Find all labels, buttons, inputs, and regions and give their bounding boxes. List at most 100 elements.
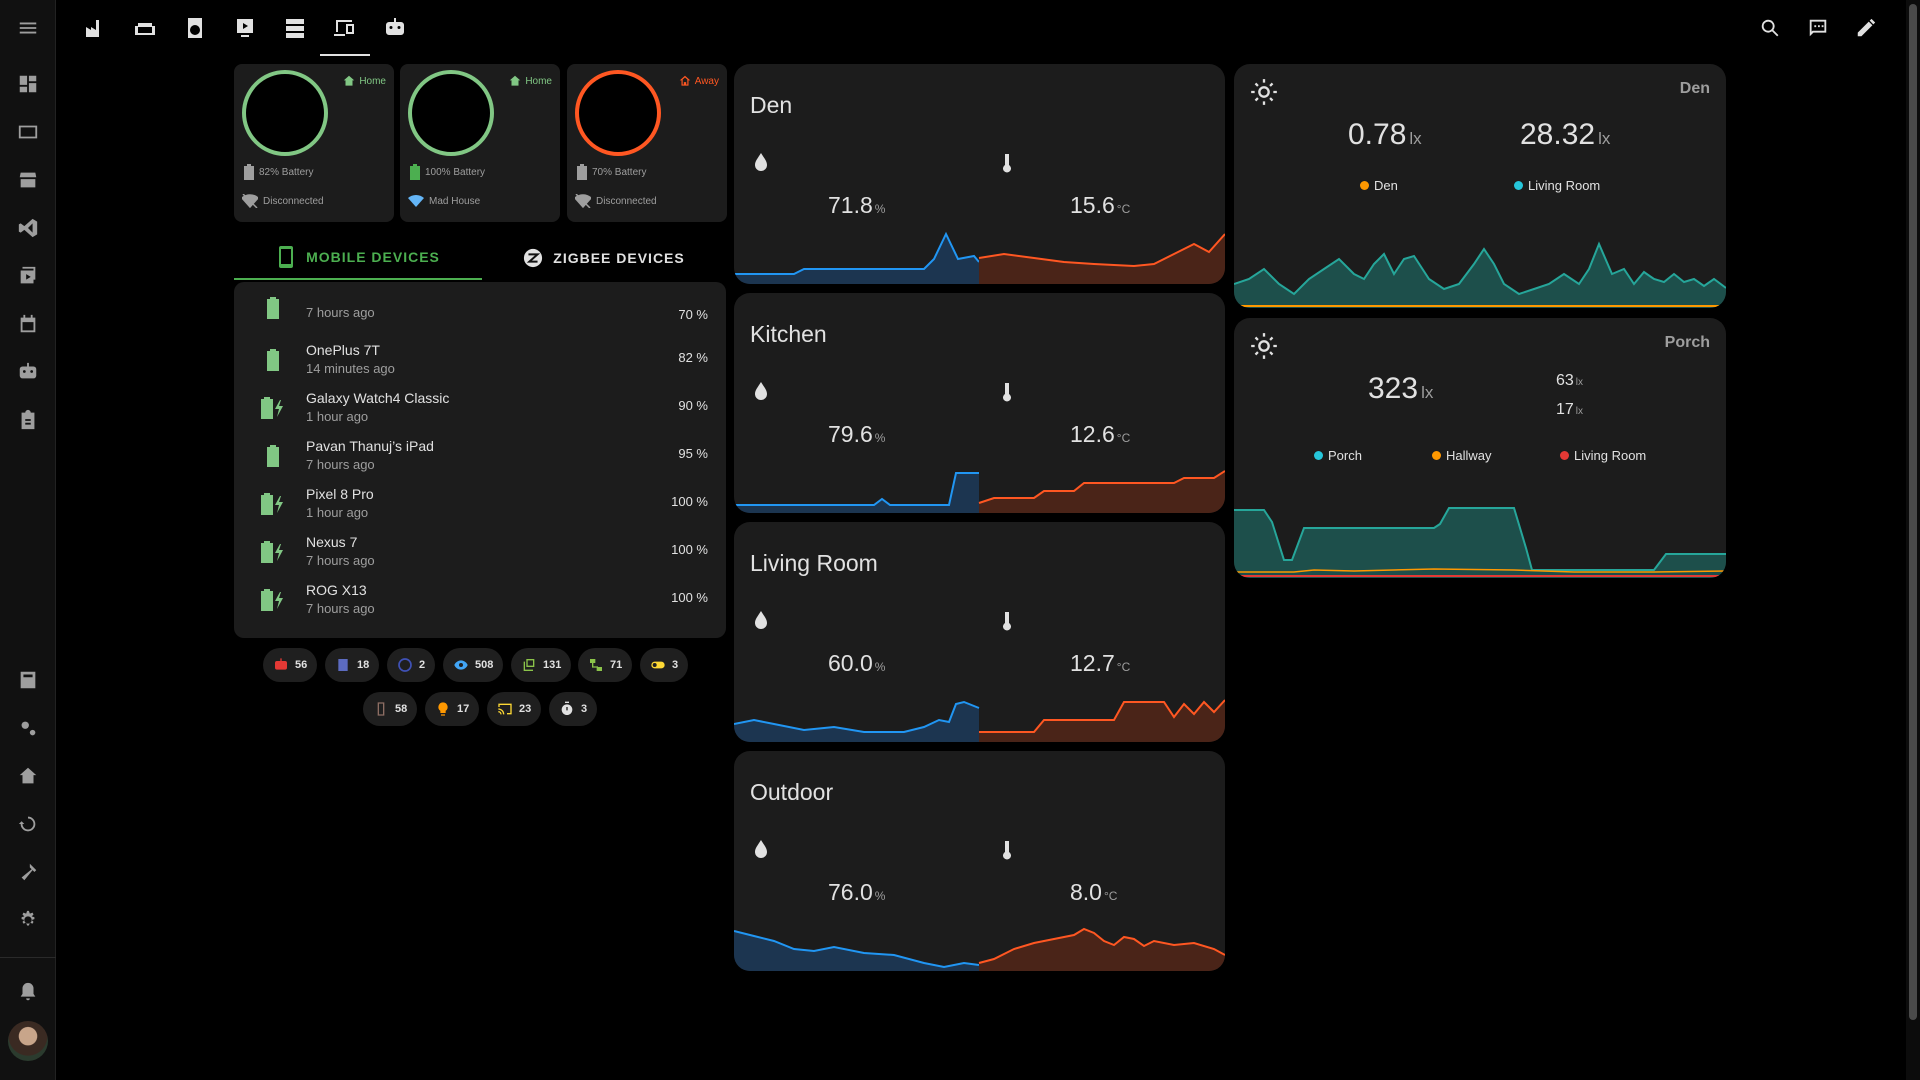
lan-icon (590, 659, 602, 671)
badge-integrations[interactable]: 71 (578, 648, 633, 682)
search-button[interactable] (1746, 0, 1794, 56)
tab-mobile-devices[interactable]: MOBILE DEVICES (234, 236, 482, 280)
sidebar-item-history[interactable] (0, 800, 56, 848)
person-battery: 100% Battery (410, 164, 485, 180)
sidebar-item-logbook[interactable] (0, 656, 56, 704)
badge-scripts[interactable]: 18 (325, 648, 380, 682)
room-card-den[interactable]: Den 71.8% 15.6 °C (734, 64, 1225, 284)
toggle-icon (651, 661, 665, 669)
lux-card-porch[interactable]: Porch 323 lx 63 lx 17 lx Porch Hallway Livi… (1234, 318, 1726, 578)
sidebar-item-settings-auto[interactable] (0, 704, 56, 752)
page-scrollbar[interactable] (1906, 0, 1920, 1080)
device-name: Galaxy Watch4 Classic (306, 390, 450, 406)
list-item[interactable]: ROG X13 7 hours ago 100 % (234, 576, 726, 624)
sidebar-item-hacs[interactable] (0, 156, 56, 204)
sidebar-item-notifications[interactable] (0, 968, 56, 1016)
legend-dot (1360, 181, 1369, 190)
lux-card-den[interactable]: Den 0.78 lx 28.32 lx Den Living Room (1234, 64, 1726, 308)
avatar[interactable] (8, 1021, 48, 1061)
lux-number: 0.78 (1348, 118, 1407, 151)
badge-remotes[interactable]: 58 (363, 692, 418, 726)
tab-media[interactable] (220, 0, 270, 56)
person-state: Home (508, 74, 552, 88)
lux-value: 17 lx (1556, 401, 1583, 419)
menu-icon[interactable] (0, 4, 56, 52)
list-item[interactable]: Pavan Thanuj’s iPad 7 hours ago 95 % (234, 432, 726, 480)
legend-item[interactable]: Living Room (1514, 178, 1600, 193)
brightness-icon (1251, 79, 1277, 105)
badge-count: 508 (475, 659, 494, 671)
room-card-outdoor[interactable]: Outdoor 76.0% 8.0 °C (734, 751, 1225, 971)
lux-value: 0.78 lx (1348, 118, 1422, 152)
badge-media-players[interactable]: 23 (487, 692, 542, 726)
tab-sofa[interactable] (120, 0, 170, 56)
sidebar-item-home-assistant[interactable] (0, 752, 56, 800)
badge-automations[interactable]: 56 (263, 648, 318, 682)
legend-label: Living Room (1574, 448, 1647, 463)
badge-switches[interactable]: 3 (640, 648, 689, 682)
sidebar-item-settings[interactable] (0, 896, 56, 944)
water-percent-icon (755, 611, 767, 629)
water-percent-icon (755, 153, 767, 171)
room-sparkline (734, 470, 1225, 513)
sidebar-item-developer-tools[interactable] (0, 848, 56, 896)
legend-item[interactable]: Porch (1314, 448, 1362, 463)
room-sparkline (734, 699, 1225, 742)
tab-devices[interactable] (320, 0, 370, 56)
person-state: Home (342, 74, 386, 88)
tab-server[interactable] (270, 0, 320, 56)
list-item[interactable]: Pixel 8 Pro 1 hour ago 100 % (234, 480, 726, 528)
badge-entities[interactable]: 508 (443, 648, 504, 682)
badge-lights[interactable]: 17 (425, 692, 480, 726)
person-card[interactable]: Home 100% Battery Mad House (400, 64, 560, 222)
badge-count: 56 (295, 659, 308, 671)
sidebar-item-media[interactable] (0, 252, 56, 300)
sidebar-item-vscode[interactable] (0, 204, 56, 252)
person-network-label: Disconnected (596, 195, 657, 207)
cogs-icon (21, 721, 36, 736)
lux-value: 323 lx (1368, 372, 1433, 406)
tab-laundry[interactable] (170, 0, 220, 56)
legend-item[interactable]: Hallway (1432, 448, 1492, 463)
list-item[interactable]: OnePlus 7T 14 minutes ago 82 % (234, 336, 726, 384)
assist-button[interactable] (1794, 0, 1842, 56)
room-card-living-room[interactable]: Living Room 60.0% 12.7 °C (734, 522, 1225, 742)
list-item[interactable]: 7 hours ago 70 % (234, 284, 726, 332)
room-card-kitchen[interactable]: Kitchen 79.6% 12.6 °C (734, 293, 1225, 513)
person-card[interactable]: Home 82% Battery Disconnected (234, 64, 394, 222)
thermometer-icon (1003, 841, 1011, 860)
badge-timers[interactable]: 3 (549, 692, 598, 726)
tab-factory[interactable] (70, 0, 120, 56)
person-battery-label: 82% Battery (259, 166, 314, 178)
tab-zigbee-devices[interactable]: ZIGBEE DEVICES (482, 236, 726, 280)
lux-number: 323 (1368, 372, 1419, 405)
sidebar-item-todo[interactable] (0, 396, 56, 444)
legend-item[interactable]: Living Room (1560, 448, 1646, 463)
legend-dot (1514, 181, 1523, 190)
person-battery: 82% Battery (244, 164, 313, 180)
lux-value: 63 lx (1556, 372, 1583, 390)
badge-devices[interactable]: 131 (511, 648, 572, 682)
legend-label: Den (1374, 178, 1398, 193)
legend-dot (1560, 451, 1569, 460)
sidebar-item-robot[interactable] (0, 348, 56, 396)
battery-icon (267, 297, 279, 319)
list-item[interactable]: Galaxy Watch4 Classic 1 hour ago 90 % (234, 384, 726, 432)
legend-item[interactable]: Den (1360, 178, 1398, 193)
list-item[interactable]: Nexus 7 7 hours ago 100 % (234, 528, 726, 576)
badge-scenes[interactable]: 2 (387, 648, 436, 682)
sidebar-item-panel[interactable] (0, 108, 56, 156)
tab-robot[interactable] (370, 0, 420, 56)
edit-dashboard-button[interactable] (1842, 0, 1890, 56)
room-name: Outdoor (750, 779, 834, 805)
lux-unit: lx (1575, 377, 1584, 388)
person-card[interactable]: Away 70% Battery Disconnected (567, 64, 727, 222)
person-state: Away (678, 74, 719, 88)
room-sparkline (734, 231, 1225, 284)
sidebar-item-overview[interactable] (0, 60, 56, 108)
sidebar-item-calendar[interactable] (0, 300, 56, 348)
person-state-label: Home (525, 75, 552, 87)
lux-card-name: Porch (1664, 334, 1710, 351)
legend-label: Porch (1328, 448, 1362, 463)
scrollbar-thumb[interactable] (1909, 4, 1917, 1020)
